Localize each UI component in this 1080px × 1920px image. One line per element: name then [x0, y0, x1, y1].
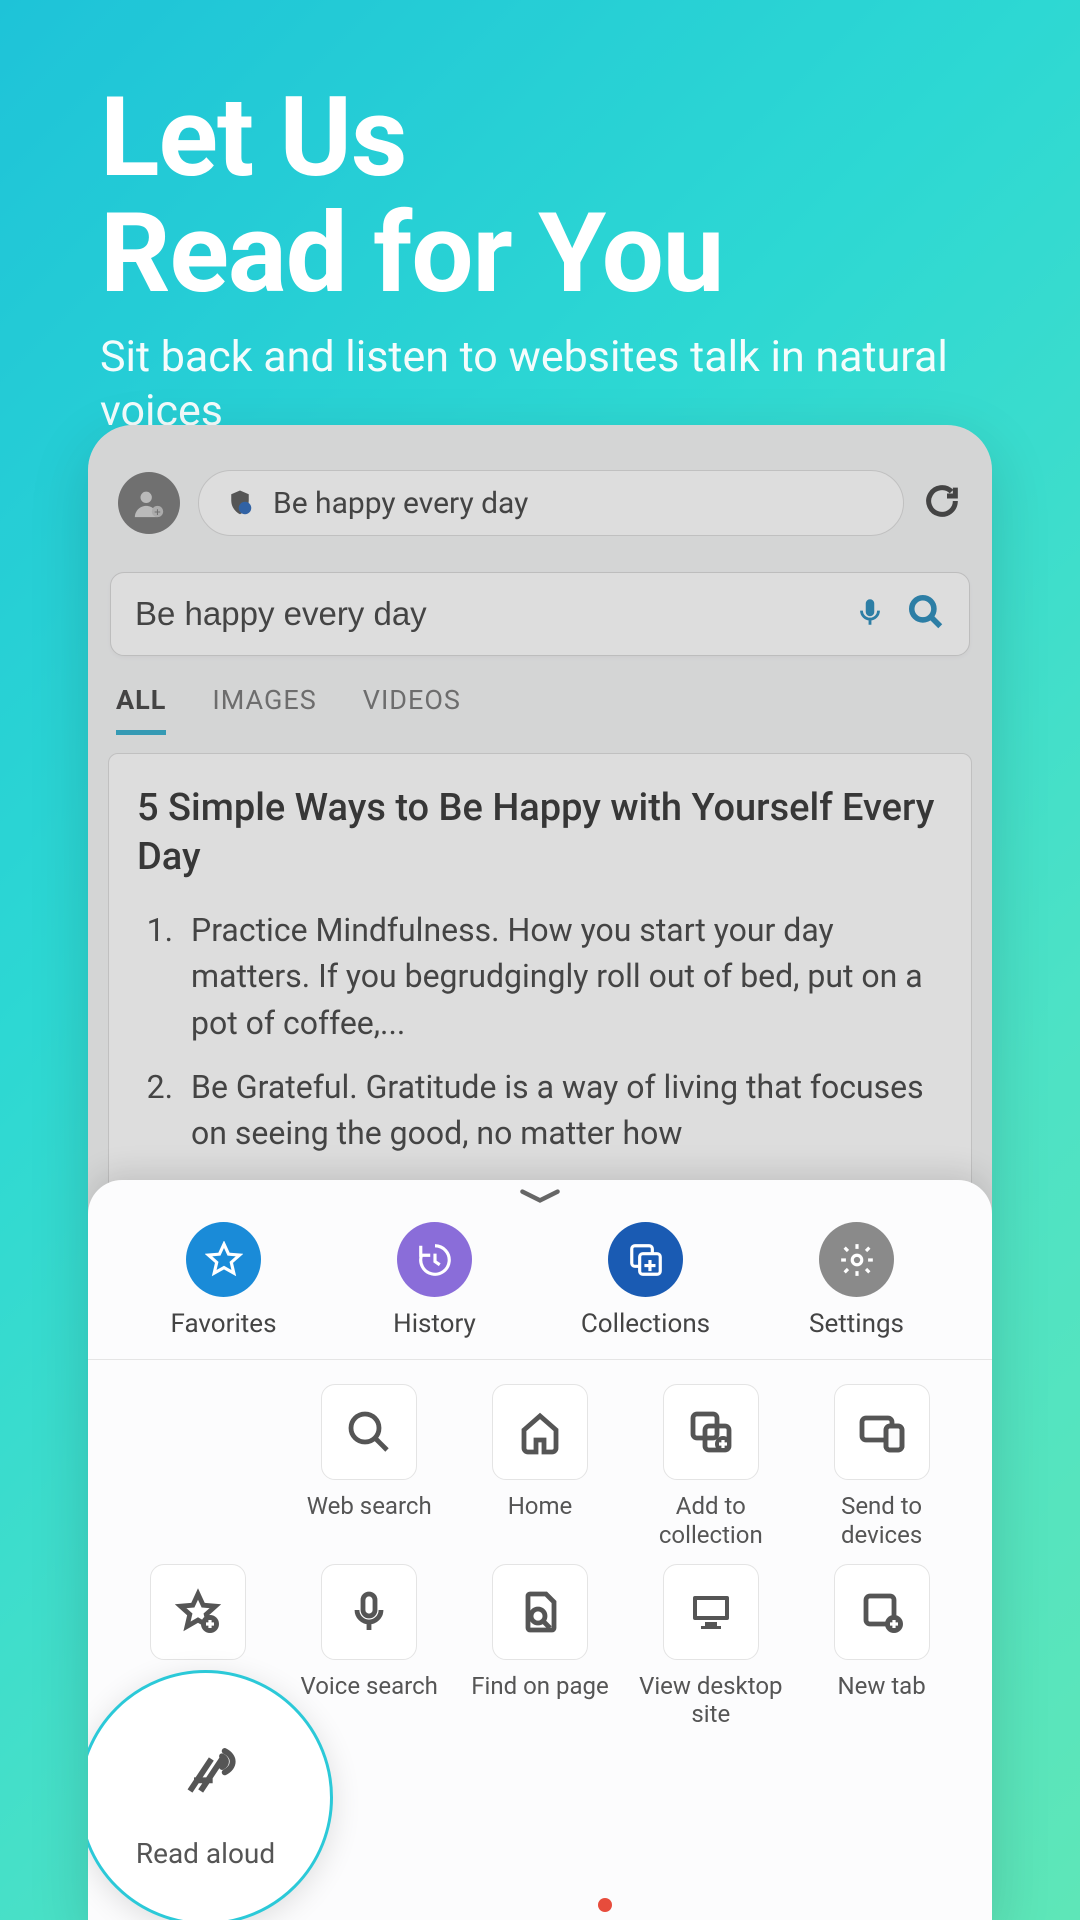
search-icon	[321, 1384, 417, 1480]
tile-label: View desktop site	[630, 1672, 791, 1730]
mic-icon[interactable]	[853, 595, 887, 633]
tab-images[interactable]: IMAGES	[212, 684, 316, 735]
search-tabs: ALL IMAGES VIDEOS	[88, 656, 992, 735]
tab-all[interactable]: ALL	[116, 684, 166, 735]
profile-avatar[interactable]: +	[118, 472, 180, 534]
search-input[interactable]	[135, 595, 833, 633]
tile-send-devices[interactable]: Send to devices	[801, 1384, 962, 1550]
article-list: Practice Mindfulness. How you start your…	[137, 907, 943, 1157]
gear-icon	[819, 1222, 894, 1297]
desktop-icon	[663, 1564, 759, 1660]
hero: Let Us Read for You Sit back and listen …	[0, 0, 1080, 479]
tile-new-tab[interactable]: New tab	[801, 1564, 962, 1730]
list-item: Be Grateful. Gratitude is a way of livin…	[181, 1064, 943, 1157]
sheet-handle[interactable]	[510, 1186, 570, 1206]
reload-button[interactable]	[922, 481, 962, 525]
menu-settings[interactable]: Settings	[772, 1222, 942, 1339]
menu-label: Favorites	[171, 1309, 277, 1339]
address-bar[interactable]: Be happy every day	[198, 470, 904, 536]
star-icon	[186, 1222, 261, 1297]
search-box[interactable]	[110, 572, 970, 656]
tile-add-collection[interactable]: Add to collection	[630, 1384, 791, 1550]
phone-frame: + Be happy every day ALL IMAGES VIDEOS 5…	[88, 425, 992, 1920]
tile-label: Voice search	[301, 1672, 438, 1728]
browser-topbar: + Be happy every day	[88, 425, 992, 556]
home-icon	[492, 1384, 588, 1480]
collections-icon	[608, 1222, 683, 1297]
menu-sheet: Favorites History Collections Settings	[88, 1180, 992, 1920]
menu-label: Settings	[809, 1309, 904, 1339]
tile-label: Web search	[307, 1492, 432, 1548]
indicator-dot	[598, 1898, 612, 1912]
result-card[interactable]: 5 Simple Ways to Be Happy with Yourself …	[108, 753, 972, 1206]
hero-subtitle: Sit back and listen to websites talk in …	[100, 331, 980, 439]
sheet-top-row: Favorites History Collections Settings	[88, 1206, 992, 1360]
svg-text:+: +	[154, 505, 160, 519]
tile-label: New tab	[837, 1672, 925, 1728]
devices-icon	[834, 1384, 930, 1480]
tile-label: Find on page	[471, 1672, 608, 1728]
read-aloud-label: Read aloud	[136, 1837, 275, 1870]
find-icon	[492, 1564, 588, 1660]
article-title: 5 Simple Ways to Be Happy with Yourself …	[137, 784, 943, 883]
tab-videos[interactable]: VIDEOS	[363, 684, 461, 735]
search-icon[interactable]	[907, 593, 945, 635]
tile-label: Home	[508, 1492, 573, 1548]
address-text: Be happy every day	[273, 486, 528, 521]
star-add-icon	[150, 1564, 246, 1660]
list-item: Practice Mindfulness. How you start your…	[181, 907, 943, 1046]
add-collection-icon	[663, 1384, 759, 1480]
tile-web-search[interactable]: Web search	[289, 1384, 450, 1550]
tile-view-desktop[interactable]: View desktop site	[630, 1564, 791, 1730]
hero-title: Let Us Read for You	[100, 80, 980, 311]
menu-label: History	[393, 1309, 476, 1339]
new-tab-icon	[834, 1564, 930, 1660]
tile-voice-search[interactable]: Voice search	[289, 1564, 450, 1730]
tile-home[interactable]: Home	[460, 1384, 621, 1550]
tile-find-page[interactable]: Find on page	[460, 1564, 621, 1730]
menu-history[interactable]: History	[350, 1222, 520, 1339]
history-icon	[397, 1222, 472, 1297]
menu-label: Collections	[581, 1309, 710, 1339]
tile-label: Send to devices	[801, 1492, 962, 1550]
menu-favorites[interactable]: Favorites	[139, 1222, 309, 1339]
site-lock-icon	[225, 488, 255, 518]
mic-icon	[321, 1564, 417, 1660]
read-aloud-icon	[153, 1725, 258, 1825]
menu-collections[interactable]: Collections	[561, 1222, 731, 1339]
read-aloud-highlight[interactable]: Read aloud	[88, 1670, 333, 1920]
tile-label: Add to collection	[630, 1492, 791, 1550]
